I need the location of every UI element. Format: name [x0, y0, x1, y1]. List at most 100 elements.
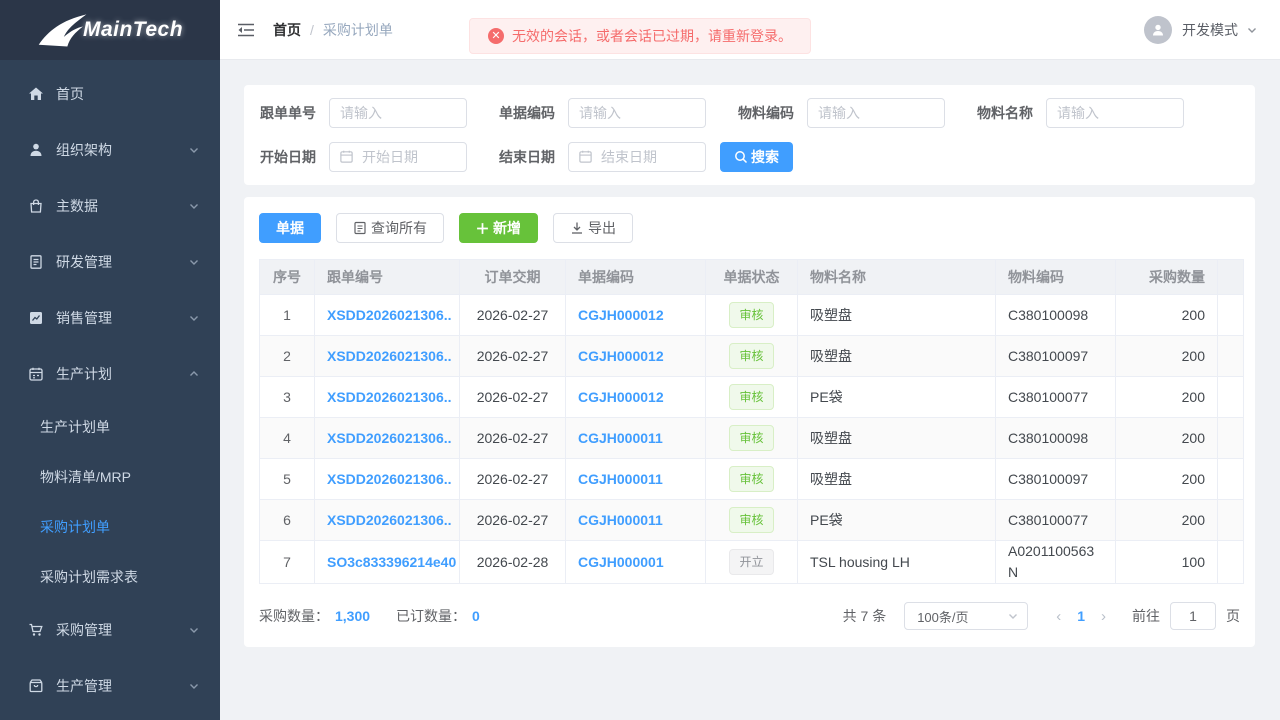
cell-material: 吸塑盘: [798, 418, 996, 459]
user-menu[interactable]: 开发模式: [1144, 16, 1258, 44]
status-badge: 审核: [729, 425, 773, 451]
col-order-no: 跟单编号: [315, 260, 460, 295]
query-all-button[interactable]: 查询所有: [336, 213, 444, 243]
chart-icon: [28, 310, 44, 326]
order-no-link[interactable]: XSDD2026021306..: [327, 471, 452, 487]
sidebar-item-sales-management[interactable]: 销售管理: [0, 290, 220, 346]
sidebar-subitem-label: 生产计划单: [40, 417, 110, 437]
page-number[interactable]: 1: [1071, 608, 1091, 624]
search-button[interactable]: 搜索: [720, 142, 793, 172]
sidebar-subitem-purchase-plan-demand[interactable]: 采购计划需求表: [0, 552, 220, 602]
cell-material: 吸塑盘: [798, 459, 996, 500]
cell-extra: [1218, 295, 1244, 336]
doc-no-link[interactable]: CGJH000012: [578, 307, 664, 323]
total-count: 共 7 条: [843, 606, 887, 626]
sidebar-item-master-data[interactable]: 主数据: [0, 178, 220, 234]
doc-button[interactable]: 单据: [259, 213, 321, 243]
sidebar-item-purchase-management[interactable]: 采购管理: [0, 602, 220, 658]
filter-panel: 跟单单号 单据编码 物料编码 物料名称 开始日期: [244, 85, 1255, 185]
sidebar-subitem-label: 物料清单/MRP: [40, 467, 131, 487]
cell-material-code: C380100098: [996, 418, 1116, 459]
export-button[interactable]: 导出: [553, 213, 633, 243]
cell-material: 吸塑盘: [798, 295, 996, 336]
cell-delivery: 2026-02-27: [460, 336, 566, 377]
cell-status: 审核: [706, 459, 798, 500]
download-icon: [570, 221, 584, 235]
stat-label: 已订数量：: [396, 606, 466, 626]
sidebar-subitem-production-plan-order[interactable]: 生产计划单: [0, 402, 220, 452]
status-badge: 审核: [729, 466, 773, 492]
sidebar-item-production-plan[interactable]: 生产计划: [0, 346, 220, 402]
plus-icon: [476, 222, 489, 235]
sidebar-subitem-label: 采购计划单: [40, 517, 110, 537]
doc-no-link[interactable]: CGJH000011: [578, 512, 663, 528]
order-no-link[interactable]: XSDD2026021306..: [327, 307, 452, 323]
cell-extra: [1218, 459, 1244, 500]
cart-icon: [28, 622, 44, 638]
prev-page-button[interactable]: ‹: [1046, 608, 1071, 625]
filter-label: 物料编码: [738, 103, 794, 123]
material-code-input[interactable]: [807, 98, 945, 128]
page-size-select[interactable]: 100条/页: [904, 602, 1028, 630]
order-no-link[interactable]: XSDD2026021306..: [327, 348, 452, 364]
logo-swoosh-icon: [37, 12, 89, 48]
filter-label: 物料名称: [977, 103, 1033, 123]
cell-doc-no: CGJH000012: [566, 336, 706, 377]
next-page-button[interactable]: ›: [1091, 608, 1116, 625]
chevron-down-icon: [188, 680, 200, 692]
filter-doc-code: 单据编码: [499, 98, 706, 128]
table-body: 1 XSDD2026021306.. 2026-02-27 CGJH000012…: [260, 295, 1244, 584]
status-badge: 审核: [729, 384, 773, 410]
order-no-link[interactable]: XSDD2026021306..: [327, 512, 452, 528]
sidebar-item-label: 销售管理: [56, 308, 188, 328]
cell-order-no: XSDD2026021306..: [315, 377, 460, 418]
table-footer: 采购数量： 1,300 已订数量： 0 共 7 条 100条/页 ‹ 1 › 前…: [259, 601, 1240, 631]
filter-label: 结束日期: [499, 147, 555, 167]
sidebar-subitem-bom-mrp[interactable]: 物料清单/MRP: [0, 452, 220, 502]
chevron-down-icon: [188, 200, 200, 212]
cell-doc-no: CGJH000011: [566, 418, 706, 459]
cell-order-no: XSDD2026021306..: [315, 336, 460, 377]
material-name-input[interactable]: [1046, 98, 1184, 128]
calendar-icon: [28, 366, 44, 382]
cell-extra: [1218, 377, 1244, 418]
doc-no-link[interactable]: CGJH000011: [578, 471, 663, 487]
sidebar-item-home[interactable]: 首页: [0, 66, 220, 122]
chevron-down-icon: [188, 312, 200, 324]
doc-no-link[interactable]: CGJH000012: [578, 389, 664, 405]
sidebar-subitem-purchase-plan-order[interactable]: 采购计划单: [0, 502, 220, 552]
cell-qty: 200: [1116, 500, 1218, 541]
goto-page-input[interactable]: [1170, 602, 1216, 630]
ordered-qty-value: 0: [472, 608, 480, 624]
order-no-link[interactable]: SO3c833396214e40: [327, 554, 456, 570]
doc-no-link[interactable]: CGJH000011: [578, 430, 663, 446]
cell-qty: 200: [1116, 295, 1218, 336]
cell-material-code: C380100077: [996, 500, 1116, 541]
add-button[interactable]: 新增: [459, 213, 538, 243]
error-circle-icon: ✕: [488, 28, 504, 44]
col-index: 序号: [260, 260, 315, 295]
cell-material-code: C380100098: [996, 295, 1116, 336]
filter-material-code: 物料编码: [738, 98, 945, 128]
cell-status: 审核: [706, 295, 798, 336]
cell-status: 审核: [706, 500, 798, 541]
cell-doc-no: CGJH000011: [566, 459, 706, 500]
calendar-icon: [578, 149, 593, 164]
sidebar-item-rd-management[interactable]: 研发管理: [0, 234, 220, 290]
order-no-link[interactable]: XSDD2026021306..: [327, 430, 452, 446]
sidebar-collapse-icon[interactable]: [237, 22, 255, 38]
cell-qty: 200: [1116, 377, 1218, 418]
sidebar-item-organization[interactable]: 组织架构: [0, 122, 220, 178]
home-icon: [28, 86, 44, 102]
order-no-link[interactable]: XSDD2026021306..: [327, 389, 452, 405]
doc-no-link[interactable]: CGJH000001: [578, 554, 664, 570]
breadcrumb-home[interactable]: 首页: [273, 20, 301, 40]
stat-label: 采购数量：: [259, 606, 329, 626]
doc-no-link[interactable]: CGJH000012: [578, 348, 664, 364]
pagination: 共 7 条 100条/页 ‹ 1 › 前往 页: [843, 602, 1240, 630]
order-no-input[interactable]: [329, 98, 467, 128]
sidebar-item-production-management[interactable]: 生产管理: [0, 658, 220, 714]
error-message: 无效的会话，或者会话已过期，请重新登录。: [512, 26, 792, 46]
doc-code-input[interactable]: [568, 98, 706, 128]
filter-label: 跟单单号: [260, 103, 316, 123]
